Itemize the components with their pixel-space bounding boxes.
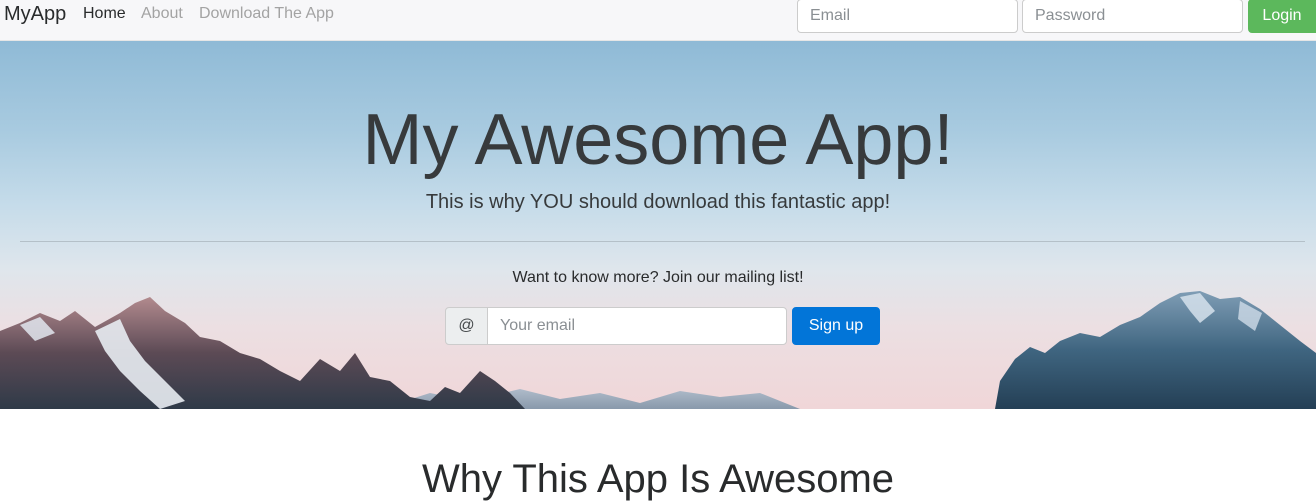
login-button[interactable]: Login bbox=[1248, 0, 1316, 33]
hero-title: My Awesome App! bbox=[362, 100, 954, 180]
hero-divider bbox=[20, 241, 1305, 242]
hero-banner: My Awesome App! This is why YOU should d… bbox=[0, 41, 1316, 409]
mailing-email-input[interactable] bbox=[487, 307, 787, 345]
brand-link[interactable]: MyApp bbox=[4, 3, 66, 26]
top-navbar: MyApp Home About Download The App Login bbox=[0, 0, 1316, 41]
login-password-input[interactable] bbox=[1022, 0, 1243, 33]
hero-subtitle: This is why YOU should download this fan… bbox=[425, 191, 891, 213]
mailing-list-prompt: Want to know more? Join our mailing list… bbox=[512, 269, 804, 286]
nav-link-about[interactable]: About bbox=[141, 5, 183, 23]
at-sign-icon: @ bbox=[445, 307, 488, 345]
nav-link-download[interactable]: Download The App bbox=[199, 5, 334, 23]
section-title: Why This App Is Awesome bbox=[421, 457, 895, 501]
mountain-background-image bbox=[0, 291, 1316, 409]
login-email-input[interactable] bbox=[797, 0, 1018, 33]
nav-link-home[interactable]: Home bbox=[83, 5, 126, 23]
signup-button[interactable]: Sign up bbox=[792, 307, 880, 345]
